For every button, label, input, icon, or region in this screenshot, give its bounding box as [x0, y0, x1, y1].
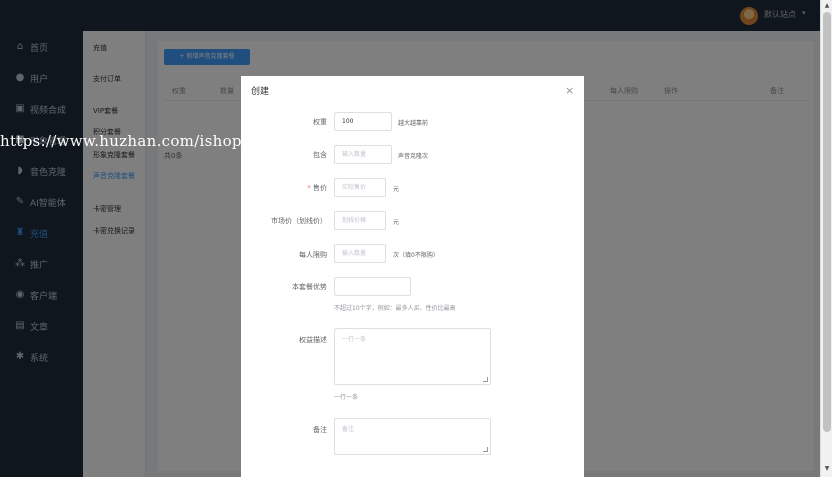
price-label-text: 售价 [313, 184, 327, 192]
watermark: https://www.huzhan.com/ishop53421 [0, 132, 292, 150]
dialog-title: 创建 [251, 87, 270, 97]
include-label: 包含 [313, 151, 327, 159]
market-price-unit: 元 [393, 219, 400, 226]
price-label: * 售价 [307, 183, 327, 193]
include-unit: 声音克隆次 [398, 153, 429, 160]
desc-label: 权益描述 [299, 336, 327, 344]
remark-label: 备注 [313, 426, 327, 434]
scroll-up-icon[interactable]: ▲ [821, 2, 832, 10]
include-input[interactable]: 输入数量 [334, 145, 392, 164]
limit-label: 每人限购 [299, 251, 327, 259]
limit-unit: 次（填0不限购） [393, 252, 439, 259]
market-price-input[interactable]: 划线价格 [334, 211, 386, 230]
weight-label: 权重 [313, 118, 327, 126]
resize-handle[interactable] [483, 377, 488, 382]
scroll-down-icon[interactable]: ▼ [821, 465, 832, 473]
create-dialog: 创建 × 权重 100 越大越靠前 包含 输入数量 声音克隆次 * 售价 实际售… [241, 76, 584, 477]
weight-input[interactable]: 100 [334, 112, 392, 131]
close-icon[interactable]: × [565, 84, 574, 97]
scrollbar[interactable]: ▲ ▼ [820, 0, 832, 477]
remark-placeholder: 备注 [342, 426, 355, 433]
desc-textarea[interactable]: 一行一条 [334, 328, 491, 385]
price-unit: 元 [393, 186, 400, 193]
advantage-input[interactable] [334, 277, 411, 296]
desc-tip: 一行一条 [334, 394, 359, 401]
resize-handle[interactable] [483, 447, 488, 452]
weight-hint: 越大越靠前 [398, 120, 429, 127]
remark-textarea[interactable]: 备注 [334, 418, 491, 455]
limit-input[interactable]: 输入数量 [334, 244, 386, 263]
advantage-label: 本套餐优势 [292, 283, 327, 291]
scroll-thumb[interactable] [823, 12, 831, 432]
market-price-label: 市场价（划线价） [271, 217, 327, 225]
required-mark: * [307, 184, 311, 192]
desc-placeholder: 一行一条 [342, 336, 367, 343]
price-input[interactable]: 实际售价 [334, 178, 386, 197]
advantage-tip: 不超过10个字，例如：最多人买、性价比最高 [334, 305, 456, 312]
